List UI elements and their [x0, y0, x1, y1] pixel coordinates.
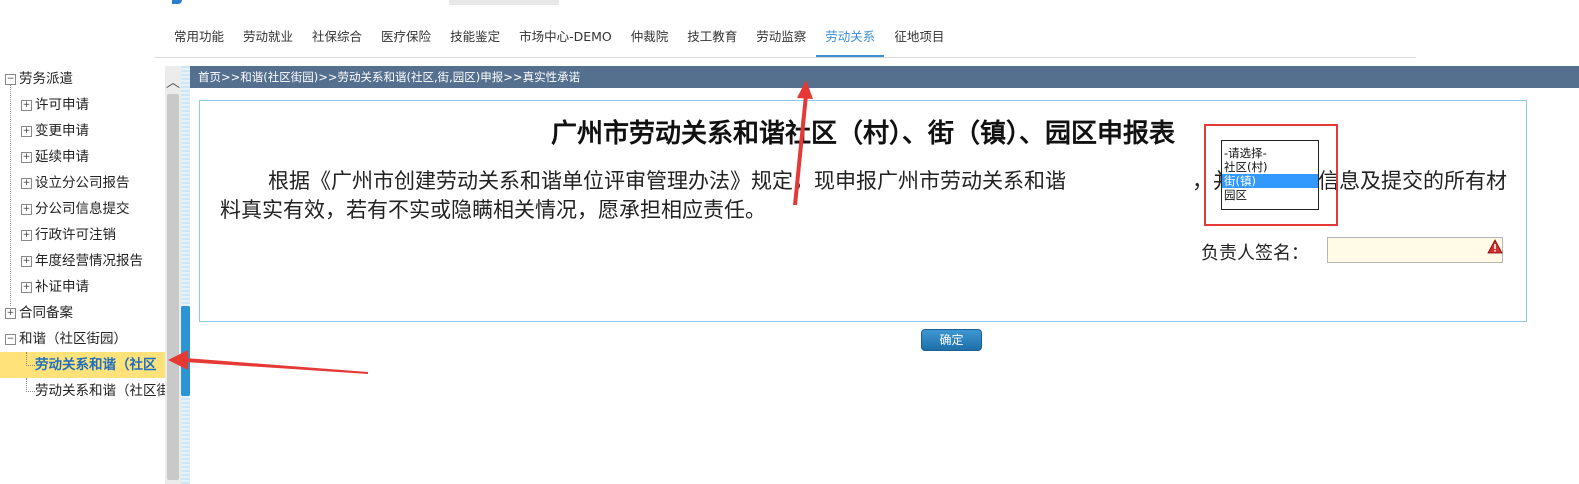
- expand-icon[interactable]: +: [21, 100, 32, 111]
- sidebar-tree: − 劳务派遣 + 许可申请 + 变更申请 + 延续申请 + 设立分公司报告 + 分公司信息提…: [0, 66, 165, 484]
- chevron-up-icon[interactable]: ︿: [165, 76, 181, 90]
- commitment-text-start: 根据《广州市创建劳动关系和谐单位评审管理办法》规定，现申报广州市劳动关系和谐: [268, 169, 1066, 193]
- nav-item-arbitration[interactable]: 仲裁院: [622, 16, 678, 58]
- tree-item-harmony-declare[interactable]: 劳动关系和谐（社区: [0, 352, 165, 378]
- nav-item-common[interactable]: 常用功能: [165, 16, 233, 58]
- tree-item-label: 劳动关系和谐（社区街: [35, 383, 165, 399]
- nav-item-labor-inspection[interactable]: 劳动监察: [747, 16, 815, 58]
- tree-item-license-application[interactable]: + 许可申请: [0, 92, 165, 118]
- tree-item-label: 劳动关系和谐（社区: [35, 357, 157, 373]
- tree-item-harmony[interactable]: − 和谐（社区街园）: [0, 326, 165, 352]
- nav-item-social-security[interactable]: 社保综合: [303, 16, 371, 58]
- expand-icon[interactable]: +: [21, 152, 32, 163]
- collapse-icon[interactable]: −: [5, 74, 16, 85]
- tree-item-renewal-application[interactable]: + 延续申请: [0, 144, 165, 170]
- tree-item-branch-report[interactable]: + 设立分公司报告: [0, 170, 165, 196]
- tree-connector: [26, 378, 35, 392]
- nav-item-medical-insurance[interactable]: 医疗保险: [372, 16, 440, 58]
- top-navigation: 常用功能 劳动就业 社保综合 医疗保险 技能鉴定 市场中心-DEMO 仲裁院 技…: [0, 0, 1579, 66]
- tree-item-label: 变更申请: [35, 123, 89, 139]
- tree-item-label: 分公司信息提交: [35, 201, 130, 217]
- confirm-button[interactable]: 确定: [921, 329, 982, 351]
- expand-icon[interactable]: +: [21, 126, 32, 137]
- signature-input[interactable]: [1327, 237, 1503, 263]
- tree-item-label: 年度经营情况报告: [35, 253, 143, 269]
- logo: [172, 0, 182, 4]
- tree-connector: [26, 352, 35, 366]
- expand-icon[interactable]: +: [21, 256, 32, 267]
- sidebar-scrollbar[interactable]: ︿: [165, 66, 181, 484]
- header-search-stub: [449, 0, 559, 5]
- expand-icon[interactable]: +: [5, 308, 16, 319]
- warning-icon: [1487, 239, 1503, 254]
- tree-item-label: 劳务派遣: [19, 71, 73, 87]
- main-menu: 常用功能 劳动就业 社保综合 医疗保险 技能鉴定 市场中心-DEMO 仲裁院 技…: [165, 16, 954, 58]
- tree-item-label: 补证申请: [35, 279, 89, 295]
- tree-item-label: 合同备案: [19, 305, 73, 321]
- expand-icon[interactable]: +: [21, 230, 32, 241]
- panel-splitter[interactable]: [181, 66, 190, 484]
- tree-item-labor-dispatch[interactable]: − 劳务派遣: [0, 66, 165, 92]
- tree-item-annual-report[interactable]: + 年度经营情况报告: [0, 248, 165, 274]
- tree-item-label: 延续申请: [35, 149, 89, 165]
- tree-item-license-cancel[interactable]: + 行政许可注销: [0, 222, 165, 248]
- nav-divider: [155, 57, 1416, 58]
- tree-item-label: 许可申请: [35, 97, 89, 113]
- tree-item-change-application[interactable]: + 变更申请: [0, 118, 165, 144]
- nav-item-labor-relations[interactable]: 劳动关系: [816, 16, 885, 58]
- tree-item-harmony-query[interactable]: 劳动关系和谐（社区街: [0, 378, 165, 404]
- collapse-icon[interactable]: −: [5, 334, 16, 345]
- breadcrumb: 首页>>和谐(社区街园)>>劳动关系和谐(社区,街,园区)申报>>真实性承诺: [190, 66, 1579, 88]
- sidebar-collapse-handle[interactable]: [181, 306, 190, 396]
- nav-item-employment[interactable]: 劳动就业: [234, 16, 302, 58]
- tree-item-branch-info[interactable]: + 分公司信息提交: [0, 196, 165, 222]
- expand-icon[interactable]: +: [21, 178, 32, 189]
- nav-item-land-acquisition[interactable]: 征地项目: [885, 16, 953, 58]
- tree-item-label: 行政许可注销: [35, 227, 116, 243]
- signature-label: 负责人签名：: [1201, 243, 1309, 264]
- nav-item-skill-appraisal[interactable]: 技能鉴定: [441, 16, 509, 58]
- expand-icon[interactable]: +: [21, 204, 32, 215]
- nav-item-technical-education[interactable]: 技工教育: [678, 16, 746, 58]
- scroll-thumb[interactable]: [167, 94, 179, 480]
- annotation-highlight-box: [1204, 124, 1338, 226]
- tree-item-label: 和谐（社区街园）: [19, 331, 127, 347]
- tree-item-contract-filing[interactable]: + 合同备案: [0, 300, 165, 326]
- nav-item-market-center-demo[interactable]: 市场中心-DEMO: [510, 16, 621, 58]
- tree-item-label: 设立分公司报告: [35, 175, 130, 191]
- expand-icon[interactable]: +: [21, 282, 32, 293]
- annotation-arrow-to-sidebar: [168, 350, 368, 374]
- tree-item-reissue-application[interactable]: + 补证申请: [0, 274, 165, 300]
